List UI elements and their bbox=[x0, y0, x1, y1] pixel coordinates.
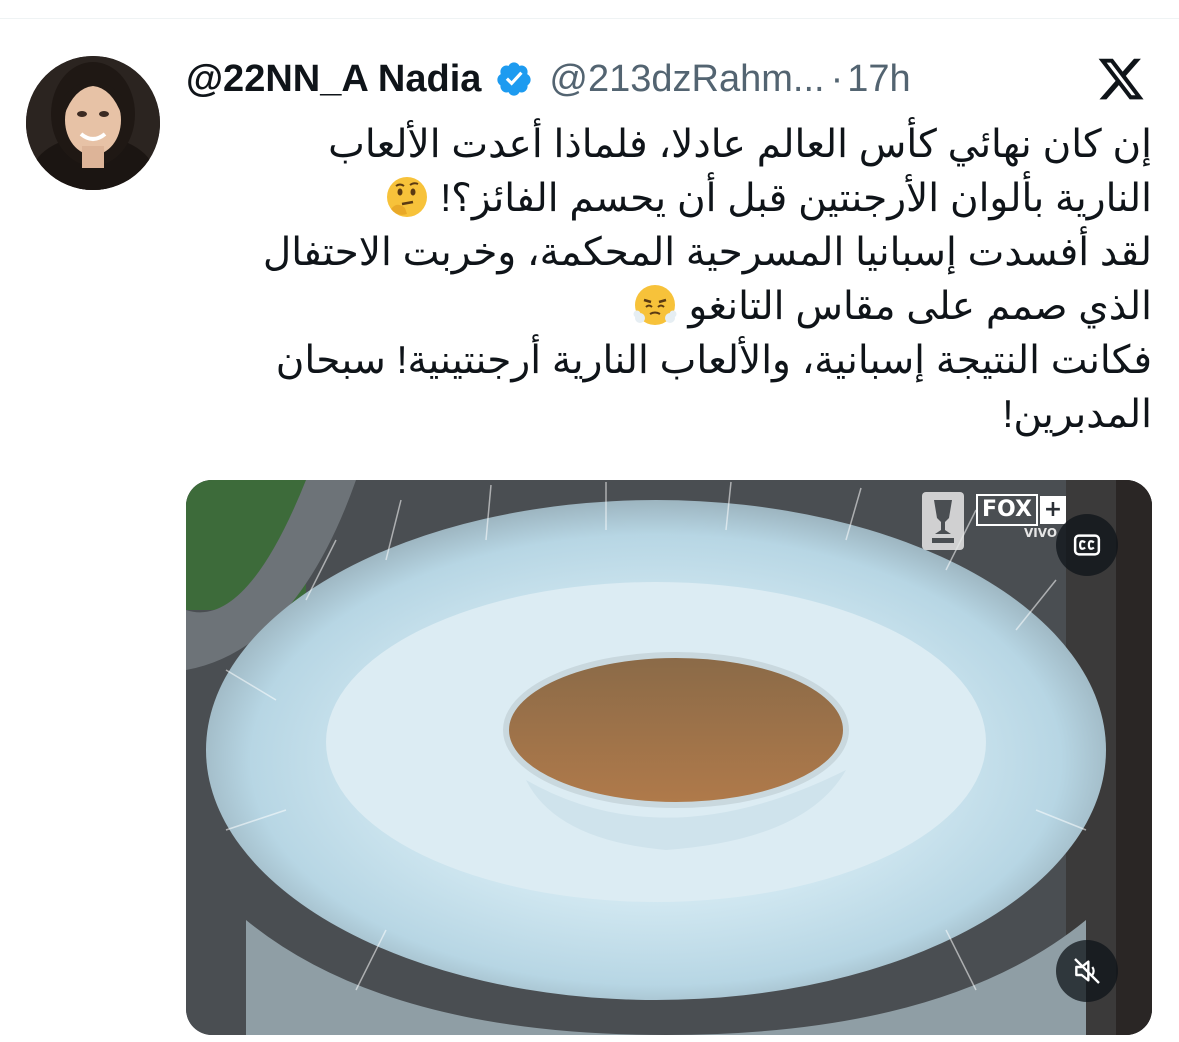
muted-speaker-icon bbox=[1074, 958, 1100, 984]
broadcast-logo-text: FOX bbox=[976, 494, 1038, 526]
avatar[interactable] bbox=[26, 56, 160, 190]
face-with-steam-emoji bbox=[633, 283, 677, 327]
mute-button[interactable] bbox=[1056, 940, 1118, 1002]
trophy-logo-icon bbox=[918, 488, 968, 554]
tweet-line-text: الذي صمم على مقاس التانغو bbox=[688, 285, 1152, 328]
tweet-line: النارية بألوان الأرجنتين قبل أن يحسم الف… bbox=[186, 172, 1152, 226]
tweet-header: @22NN_A Nadia @213dzRahm... · 17h bbox=[186, 54, 911, 104]
tweet-line-text: النارية بألوان الأرجنتين قبل أن يحسم الف… bbox=[440, 177, 1152, 220]
closed-captions-icon bbox=[1073, 534, 1101, 556]
divider bbox=[0, 18, 1179, 19]
handle[interactable]: @213dzRahm... bbox=[549, 58, 824, 101]
closed-captions-button[interactable] bbox=[1056, 514, 1118, 576]
broadcast-logo: FOX + bbox=[976, 492, 1066, 528]
tweet-text: إن كان نهائي كأس العالم عادلا، فلماذا أع… bbox=[186, 118, 1152, 442]
video-frame bbox=[186, 480, 1152, 1035]
display-name[interactable]: @22NN_A Nadia bbox=[186, 58, 481, 101]
broadcast-plus: + bbox=[1039, 496, 1066, 524]
thinking-face-emoji bbox=[385, 175, 429, 219]
separator: · bbox=[830, 57, 844, 100]
tweet-line: المدبرين! bbox=[1002, 393, 1153, 436]
tweet-line: إن كان نهائي كأس العالم عادلا، فلماذا أع… bbox=[328, 123, 1152, 166]
tweet-line: فكانت النتيجة إسبانية، والألعاب النارية … bbox=[275, 339, 1152, 382]
x-logo-icon[interactable] bbox=[1096, 54, 1146, 104]
tweet-line: الذي صمم على مقاس التانغو bbox=[186, 280, 1152, 334]
timestamp[interactable]: 17h bbox=[847, 58, 910, 101]
broadcast-sub: VIVO bbox=[1024, 526, 1058, 540]
tweet[interactable]: @22NN_A Nadia @213dzRahm... · 17h إن كان… bbox=[0, 0, 1179, 1042]
tweet-line: لقد أفسدت إسبانيا المسرحية المحكمة، وخرب… bbox=[262, 231, 1152, 274]
verified-badge-icon bbox=[495, 60, 533, 98]
video-player[interactable] bbox=[186, 480, 1152, 1035]
